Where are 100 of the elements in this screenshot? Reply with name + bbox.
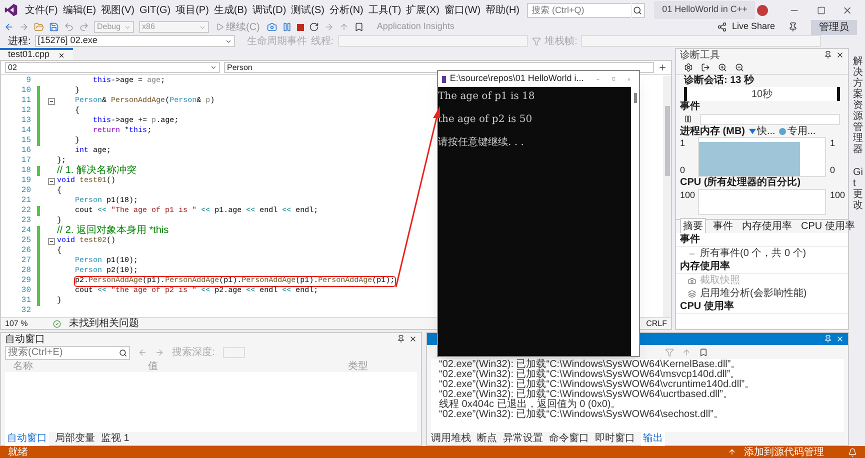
- pin-icon[interactable]: [824, 51, 832, 59]
- forward-icon[interactable]: [19, 22, 29, 32]
- timeline-ruler[interactable]: 10秒: [684, 87, 840, 101]
- column-header: 类型: [347, 360, 369, 374]
- line-number: 21: [20, 196, 31, 206]
- bookmark-icon[interactable]: [354, 22, 364, 32]
- redo-icon[interactable]: [79, 22, 89, 32]
- document-tab[interactable]: test01.cpp: [0, 48, 73, 60]
- tab[interactable]: 事件: [711, 219, 735, 234]
- menu-item[interactable]: 窗口(W): [442, 2, 483, 18]
- share-icon[interactable]: [716, 22, 727, 32]
- tab[interactable]: 即时窗口: [595, 431, 635, 446]
- line-number: 29: [20, 276, 31, 286]
- menu-item[interactable]: 调试(D): [250, 2, 288, 18]
- tab[interactable]: 调用堆栈: [431, 431, 471, 446]
- close-icon[interactable]: [842, 4, 854, 16]
- tab[interactable]: 监视 1: [101, 431, 130, 446]
- stack-frame-label: 堆栈帧:: [544, 34, 578, 48]
- column-header: 值: [147, 360, 159, 374]
- line-number: 13: [20, 116, 31, 126]
- tab[interactable]: 输出: [641, 431, 665, 446]
- menu-item[interactable]: GIT(G): [137, 2, 173, 18]
- tab[interactable]: 异常设置: [503, 431, 543, 446]
- menu-item[interactable]: 生成(B): [212, 2, 250, 18]
- camera-icon[interactable]: [266, 22, 277, 32]
- maximize-icon[interactable]: [816, 6, 826, 14]
- column-header: 名称: [12, 360, 34, 374]
- line-ending[interactable]: CRLF: [646, 318, 667, 330]
- save-icon[interactable]: [49, 22, 59, 32]
- side-tab[interactable]: 解决方案资源管理器: [853, 56, 863, 155]
- add-icon[interactable]: [658, 63, 667, 72]
- tab[interactable]: 摘要: [680, 218, 706, 235]
- stop-icon[interactable]: [296, 24, 304, 30]
- line-number: 31: [20, 296, 31, 306]
- section-header: CPU 使用率: [676, 300, 848, 314]
- process-dropdown[interactable]: [15276] 02.exe: [34, 35, 235, 47]
- window-title: E:\source\repos\01 HelloWorld i...: [450, 72, 584, 86]
- export-icon[interactable]: [701, 63, 710, 72]
- close-icon[interactable]: [58, 52, 65, 58]
- line-number: 12: [20, 106, 31, 116]
- play-icon: [216, 23, 224, 31]
- app-logo-icon[interactable]: [4, 3, 18, 17]
- scrollbar[interactable]: [631, 87, 639, 356]
- scrollbar[interactable]: [663, 76, 671, 317]
- pin-icon[interactable]: [397, 335, 405, 343]
- menu-item[interactable]: 编辑(E): [60, 2, 98, 18]
- scope-dropdown[interactable]: 02: [5, 62, 220, 73]
- restart-icon[interactable]: [308, 22, 319, 32]
- line-number: 15: [20, 136, 31, 146]
- axis-label: 0: [680, 164, 686, 176]
- legend-label: 专用...: [787, 124, 816, 138]
- pause-icon[interactable]: [684, 115, 692, 123]
- side-tab[interactable]: Git 更改: [853, 167, 863, 211]
- solution-title: 01 HelloWorld in C++: [654, 1, 756, 19]
- summary-item[interactable]: 启用堆分析(会影响性能): [700, 286, 807, 301]
- status-text: 就绪: [8, 446, 28, 458]
- menu-item[interactable]: 项目(P): [174, 2, 211, 18]
- zoom-level[interactable]: 107 %: [5, 318, 45, 330]
- zoom-in-icon[interactable]: [718, 63, 727, 72]
- menu-item[interactable]: 分析(N): [328, 2, 366, 18]
- camera-icon[interactable]: [688, 276, 696, 284]
- collapse-icon[interactable]: [48, 98, 54, 104]
- notification-icon[interactable]: [848, 448, 857, 456]
- collapse-icon[interactable]: [48, 238, 54, 244]
- tab[interactable]: 命令窗口: [549, 431, 589, 446]
- tab[interactable]: 内存使用率: [740, 219, 794, 234]
- terminal-icon: [442, 76, 446, 82]
- folder-icon[interactable]: [34, 22, 44, 32]
- menu-item[interactable]: 工具(T): [366, 2, 404, 18]
- layers-icon[interactable]: [688, 290, 696, 298]
- summary-item[interactable]: 所有事件(0 个，共 0 个): [700, 246, 806, 261]
- live-share-button[interactable]: Live Share: [732, 20, 775, 34]
- line-number: 9: [25, 76, 31, 86]
- line-number: 18: [20, 166, 31, 176]
- menu-item[interactable]: 测试(S): [289, 2, 326, 18]
- output-line: “02.exe”(Win32): 已加载“C:\Windows\SysWOW64\ucrtbased.dll”。: [439, 390, 733, 400]
- collapse-icon[interactable]: [48, 178, 54, 184]
- back-icon[interactable]: [4, 22, 14, 32]
- tab[interactable]: 局部变量: [55, 431, 95, 446]
- process-label: 进程:: [8, 34, 31, 48]
- output-line: “02.exe”(Win32): 已加载“C:\Windows\SysWOW64\vcruntime140d.dll”。: [439, 380, 756, 390]
- depth-label: 搜索深度:: [172, 346, 215, 360]
- arrow-up-icon[interactable]: [728, 448, 736, 456]
- menu-item[interactable]: 扩展(X): [404, 2, 442, 18]
- source-control-button[interactable]: 添加到源代码管理: [744, 444, 824, 458]
- menu-item[interactable]: 帮助(H): [484, 2, 522, 18]
- close-icon[interactable]: [836, 51, 844, 59]
- zoom-out-icon[interactable]: [735, 63, 744, 72]
- user-avatar[interactable]: [757, 4, 768, 16]
- close-icon[interactable]: [409, 335, 417, 343]
- session-duration: 诊断会话: 13 秒: [682, 75, 756, 87]
- maximize-icon[interactable]: [612, 75, 616, 83]
- settings-icon[interactable]: [684, 63, 693, 72]
- tab[interactable]: 自动窗口: [5, 431, 49, 446]
- menu-item[interactable]: 视图(V): [99, 2, 136, 18]
- tab[interactable]: CPU 使用率: [799, 219, 857, 234]
- undo-icon[interactable]: [64, 22, 74, 32]
- menu-item[interactable]: 文件(F): [23, 2, 60, 18]
- pin-icon[interactable]: [788, 22, 798, 32]
- tab[interactable]: 断点: [477, 431, 497, 446]
